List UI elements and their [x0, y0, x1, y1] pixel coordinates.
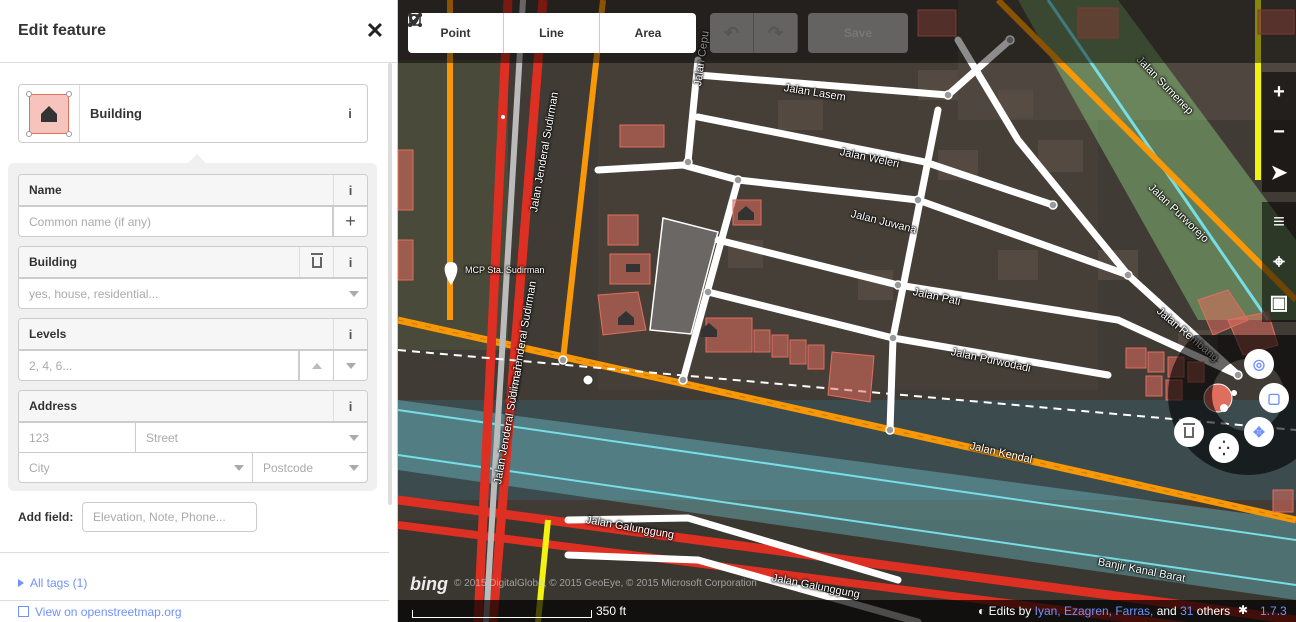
contributors: ◐ Edits by Iyan, Ezagren, Farras, and 31… — [978, 604, 1231, 618]
chevron-down-icon — [345, 362, 356, 369]
preset-label: Building — [90, 106, 142, 121]
zoom-in-button[interactable]: + — [1262, 72, 1296, 112]
delete-button[interactable] — [1174, 417, 1204, 447]
contributor-links[interactable]: Iyan, Ezagren, Farras, — [1035, 604, 1154, 618]
circularize-button[interactable]: ◎ — [1244, 349, 1274, 379]
undo-redo-group: ↶ ↷ — [710, 13, 798, 53]
field-building-label: Building — [29, 255, 77, 269]
move-button[interactable]: ✥ — [1244, 417, 1274, 447]
street-combo[interactable]: Street — [136, 423, 367, 452]
inspector-sidebar: Edit feature ✕ Building i Name i Common — [0, 0, 398, 622]
field-building-info-button[interactable]: i — [333, 247, 367, 277]
others-count-link[interactable]: 31 — [1180, 604, 1193, 618]
version-link[interactable]: 1.7.3 — [1260, 604, 1287, 618]
redo-button[interactable]: ↷ — [754, 13, 798, 53]
preset-info-button[interactable]: i — [333, 85, 367, 142]
save-button[interactable]: Save — [808, 13, 908, 53]
disclosure-triangle-icon — [18, 579, 24, 587]
preset-icon-box — [19, 85, 80, 142]
building-type-combo[interactable]: yes, house, residential... — [19, 279, 367, 308]
mode-buttons: Point Line Area — [408, 13, 696, 53]
sidebar-header: Edit feature ✕ — [0, 0, 397, 63]
radial-edit-menu: ◎ ▢ ✥ ⁛ — [1168, 335, 1296, 475]
chevron-up-icon — [311, 362, 322, 369]
trash-icon — [1183, 422, 1195, 438]
add-area-button[interactable]: Area — [408, 13, 696, 53]
geolocate-control: ➤ — [1262, 152, 1296, 192]
disconnect-button[interactable]: ⁛ — [1209, 433, 1239, 463]
panel-controls: ≡ ⌖ ▣ — [1262, 202, 1296, 322]
undo-button[interactable]: ↶ — [710, 13, 754, 53]
field-address-info-button[interactable]: i — [333, 391, 367, 421]
bing-logo: bing — [410, 574, 448, 594]
background-layers-button[interactable]: ≡ — [1262, 202, 1296, 242]
sidebar-title: Edit feature — [18, 22, 107, 39]
divider — [0, 552, 389, 553]
external-link-icon — [18, 606, 29, 617]
zoom-controls: + − — [1262, 72, 1296, 152]
housenumber-input[interactable]: 123 — [19, 423, 136, 452]
field-building-remove-button[interactable] — [299, 247, 333, 277]
zoom-out-button[interactable]: − — [1262, 112, 1296, 152]
field-address: Address i 123 Street City Postcode — [18, 390, 368, 483]
name-input[interactable]: Common name (if any) — [19, 207, 333, 236]
imagery-attribution: © 2015 DigitalGlobe, © 2015 GeoEye, © 20… — [454, 578, 757, 589]
field-name-label: Name — [29, 183, 62, 197]
geolocate-button[interactable]: ➤ — [1262, 152, 1296, 192]
field-levels: Levels i 2, 4, 6... — [18, 318, 368, 381]
field-levels-label: Levels — [29, 327, 67, 341]
all-tags-toggle[interactable]: All tags (1) — [18, 576, 87, 590]
area-icon — [408, 13, 422, 27]
field-name: Name i Common name (if any) + — [18, 174, 368, 237]
close-icon[interactable]: ✕ — [365, 20, 385, 42]
map-canvas[interactable]: Jalan Lasem Jalan Weleri Jalan Juwana Ja… — [398, 0, 1296, 622]
poi-label: MCP Sta. Sudirman — [465, 265, 545, 275]
add-field-combo[interactable]: Elevation, Note, Phone... — [82, 502, 257, 532]
add-line-button[interactable]: Line — [408, 13, 600, 53]
trash-icon — [310, 252, 323, 268]
field-address-label: Address — [29, 399, 78, 413]
view-on-osm-link[interactable]: View on openstreetmap.org — [0, 600, 389, 622]
postcode-combo[interactable]: Postcode — [253, 453, 367, 482]
bug-icon[interactable]: ✱ — [1238, 603, 1248, 617]
field-name-info-button[interactable]: i — [333, 175, 367, 205]
scale-label: 350 ft — [596, 604, 627, 618]
field-building: Building i yes, house, residential... — [18, 246, 368, 309]
city-combo[interactable]: City — [19, 453, 253, 482]
orthogonalize-button[interactable]: ▢ — [1259, 383, 1289, 413]
map-data-button[interactable]: ⌖ — [1262, 242, 1296, 282]
add-point-button[interactable]: Point — [408, 13, 504, 53]
building-icon — [26, 90, 72, 137]
add-localized-name-button[interactable]: + — [333, 207, 367, 236]
add-field-label: Add field: — [18, 510, 74, 524]
decrement-button[interactable] — [333, 351, 367, 380]
scale-bar — [412, 610, 592, 618]
globe-icon: ◐ — [978, 604, 986, 618]
increment-button[interactable] — [299, 351, 333, 380]
levels-input[interactable]: 2, 4, 6... — [19, 351, 299, 380]
field-levels-info-button[interactable]: i — [333, 319, 367, 349]
sidebar-scrollbar[interactable] — [388, 63, 392, 505]
help-button[interactable]: ▣ — [1262, 282, 1296, 322]
chevron-down-icon — [349, 291, 359, 297]
footer-bar: 350 ft ◐ Edits by Iyan, Ezagren, Farras,… — [398, 600, 1296, 622]
preset-button[interactable]: Building i — [18, 84, 368, 143]
